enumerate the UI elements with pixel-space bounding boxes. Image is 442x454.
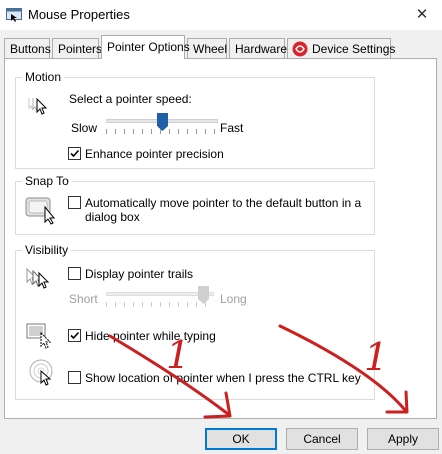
pointer-trails-label: Display pointer trails (85, 267, 194, 281)
pointer-trails-checkbox[interactable] (68, 267, 81, 280)
show-location-label: Show location of pointer when I press th… (85, 371, 361, 385)
title-bar: Mouse Properties ✕ (0, 0, 442, 30)
long-label: Long (220, 292, 247, 306)
cancel-button[interactable]: Cancel (286, 428, 358, 450)
snap-to-icon (25, 195, 59, 228)
hide-pointer-icon (25, 321, 55, 352)
apply-button[interactable]: Apply (367, 428, 439, 450)
pointer-speed-label: Select a pointer speed: (69, 92, 192, 106)
tab-strip: Buttons Pointers Pointer Options Wheel H… (0, 35, 442, 59)
pointer-trails-icon (25, 267, 55, 296)
tab-label: Pointers (58, 42, 103, 56)
snap-to-label-line2: dialog box (85, 210, 140, 224)
window-title: Mouse Properties (28, 7, 130, 22)
enhance-precision-label: Enhance pointer precision (85, 147, 224, 161)
pointer-speed-icon (27, 95, 55, 124)
visibility-title: Visibility (22, 243, 72, 257)
enhance-precision-checkbox[interactable] (68, 147, 81, 160)
snap-to-label-line1: Automatically move pointer to the defaul… (85, 196, 362, 210)
show-location-icon (27, 359, 57, 390)
tab-label: Pointer Options (107, 40, 190, 54)
hide-pointer-checkbox[interactable] (68, 329, 81, 342)
tab-label: Buttons (10, 42, 51, 56)
tab-label: Device Settings (312, 42, 396, 56)
motion-title: Motion (22, 70, 65, 84)
tab-wheel[interactable]: Wheel (187, 38, 227, 58)
slow-label: Slow (71, 121, 98, 135)
hide-pointer-label: Hide pointer while typing (85, 329, 216, 343)
snap-to-checkbox[interactable] (68, 196, 81, 209)
trail-length-slider-thumb[interactable] (198, 286, 209, 307)
tab-pointer-options[interactable]: Pointer Options (101, 35, 190, 59)
tab-device-settings[interactable]: Device Settings (287, 38, 395, 58)
tab-hardware[interactable]: Hardware (229, 38, 288, 58)
tab-label: Wheel (193, 42, 228, 56)
mouse-properties-icon (6, 8, 22, 22)
pointer-options-panel: Motion Select a pointer speed: Slow Fast… (4, 58, 437, 419)
short-label: Short (69, 292, 98, 306)
tab-buttons[interactable]: Buttons (4, 38, 51, 58)
pointer-speed-slider-thumb[interactable] (156, 113, 168, 134)
close-icon[interactable]: ✕ (402, 0, 442, 30)
tab-pointers[interactable]: Pointers (52, 38, 103, 58)
tab-label: Hardware (235, 42, 288, 56)
show-location-checkbox[interactable] (68, 371, 81, 384)
fast-label: Fast (220, 121, 244, 135)
snap-to-title: Snap To (22, 174, 72, 188)
ok-button[interactable]: OK (205, 428, 277, 450)
